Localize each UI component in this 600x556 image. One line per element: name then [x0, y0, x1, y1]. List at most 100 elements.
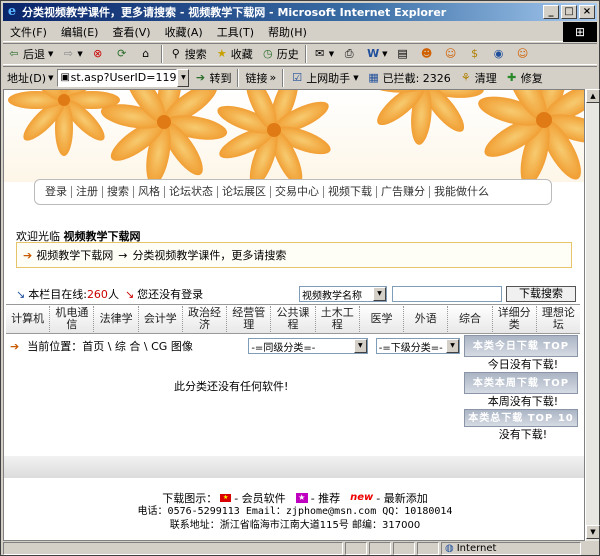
- helper-icon: ☑: [292, 70, 303, 84]
- plugin-button[interactable]: ◉: [488, 44, 512, 64]
- search-input[interactable]: [392, 286, 502, 302]
- category-political-economy[interactable]: 政治经济: [183, 306, 228, 332]
- popup-block-icon: ▦: [368, 70, 379, 84]
- breadcrumb: ➔ 视频教学下载网 → 分类视频教学课件，更多请搜索: [16, 242, 572, 268]
- go-button[interactable]: ➔ 转到: [189, 68, 235, 88]
- close-button[interactable]: ×: [579, 5, 595, 19]
- nav-forum-status[interactable]: 论坛状态: [165, 186, 218, 198]
- address-dropdown[interactable]: ▼: [177, 68, 190, 87]
- edit-button[interactable]: W ▼: [362, 44, 391, 64]
- repair-button[interactable]: ✚ 修复: [501, 68, 547, 88]
- favorites-button[interactable]: ★ 收藏: [211, 44, 257, 64]
- chevron-down-icon: ▼: [373, 287, 386, 301]
- sub-level-select[interactable]: -=下级分类=- ▼: [375, 338, 460, 354]
- history-button[interactable]: ◷ 历史: [257, 44, 303, 64]
- online-suffix: 人: [107, 288, 119, 301]
- qq-button[interactable]: ☺: [440, 44, 464, 64]
- nav-register[interactable]: 注册: [72, 186, 103, 198]
- back-button[interactable]: ⇦ 后退 ▼: [3, 44, 57, 64]
- crumb-home-link[interactable]: 视频教学下载网: [36, 247, 113, 263]
- category-law[interactable]: 法律学: [94, 306, 139, 332]
- smile-button[interactable]: ☺: [512, 44, 536, 64]
- nav-forum-gallery[interactable]: 论坛展区: [218, 186, 271, 198]
- nav-login[interactable]: 登录: [41, 186, 72, 198]
- mail-button[interactable]: ✉ ▼: [309, 44, 338, 64]
- category-electromech[interactable]: 机电通信: [50, 306, 95, 332]
- refresh-button[interactable]: ⟳: [111, 44, 135, 64]
- login-arrow-icon: ↘: [124, 287, 135, 301]
- category-management[interactable]: 经营管理: [227, 306, 272, 332]
- online-count: 260: [86, 287, 108, 301]
- links-button[interactable]: 链接»: [241, 68, 280, 88]
- location-arrow-icon: ➔: [10, 339, 20, 353]
- scroll-track[interactable]: [586, 103, 599, 525]
- back-arrow-icon: ⇦: [9, 47, 19, 60]
- refresh-icon: ⟳: [117, 47, 127, 60]
- search-button[interactable]: ⚲ 搜索: [165, 44, 211, 64]
- menu-edit[interactable]: 编辑(E): [54, 24, 106, 40]
- nav-video-download[interactable]: 视频下载: [324, 186, 377, 198]
- toolbar-separator: [282, 68, 285, 87]
- stop-icon: ⊗: [93, 47, 103, 60]
- ie-logo-icon: e: [7, 4, 17, 19]
- nav-ad-points[interactable]: 广告赚分: [377, 186, 430, 198]
- nav-what-can-i-do[interactable]: 我能做什么: [430, 186, 493, 198]
- clean-button[interactable]: ⚘ 清理: [455, 68, 501, 88]
- legend-row: 下载图示： ★ - 会员软件 ★ - 推荐 new - 最新添加: [4, 490, 584, 505]
- flower-banner: [4, 90, 584, 182]
- menu-view[interactable]: 查看(V): [105, 24, 157, 40]
- address-input[interactable]: ▣ st.asp?UserID=119: [57, 68, 178, 87]
- category-public-course[interactable]: 公共课程: [271, 306, 316, 332]
- vertical-scrollbar[interactable]: ▲ ▼: [585, 89, 600, 541]
- toolbar-separator: [237, 68, 240, 87]
- empty-message: 此分类还没有任何软件!: [174, 380, 289, 393]
- category-general[interactable]: 综合: [448, 306, 493, 332]
- same-level-select[interactable]: -=同级分类=- ▼: [248, 338, 368, 354]
- category-ideal-forum[interactable]: 理想论坛: [537, 306, 580, 332]
- forward-button[interactable]: ⇨ ▼: [57, 44, 86, 64]
- menu-favorites[interactable]: 收藏(A): [158, 24, 210, 40]
- category-foreign-language[interactable]: 外语: [404, 306, 449, 332]
- category-civil-engineering[interactable]: 土木工程: [316, 306, 360, 332]
- today-none: 今日没有下载!: [487, 358, 559, 371]
- download-search-button[interactable]: 下载搜索: [506, 286, 576, 302]
- maximize-button[interactable]: □: [561, 5, 577, 19]
- login-status: 您还没有登录: [137, 288, 204, 301]
- category-detailed[interactable]: 详细分类: [493, 306, 537, 332]
- home-icon: ⌂: [142, 47, 150, 60]
- sub-level-value: -=下级分类=-: [378, 342, 443, 354]
- nav-search[interactable]: 搜索: [103, 186, 134, 198]
- print-icon: ⎙: [344, 47, 354, 60]
- search-type-select[interactable]: 视频教学名称 ▼: [299, 286, 387, 302]
- scroll-up-arrow[interactable]: ▲: [586, 89, 600, 103]
- category-accounting[interactable]: 会计学: [139, 306, 183, 332]
- location-row: ➔ 当前位置：首页 \ 综 合 \ CG 图像 -=同级分类=- ▼ -=下级分类…: [10, 337, 460, 355]
- scroll-down-arrow[interactable]: ▼: [586, 525, 600, 539]
- print-button[interactable]: ⎙: [338, 44, 362, 64]
- discuss-button[interactable]: ▤: [392, 44, 416, 64]
- dropdown-icon: ▼: [328, 50, 335, 58]
- category-medicine[interactable]: 医学: [360, 306, 405, 332]
- all-none: 没有下载!: [498, 428, 548, 441]
- star-icon: ★: [295, 492, 308, 503]
- menu-tools[interactable]: 工具(T): [210, 24, 261, 40]
- nav-style[interactable]: 风格: [134, 186, 165, 198]
- home-button[interactable]: ⌂: [135, 44, 159, 64]
- messenger-button[interactable]: ☻: [416, 44, 440, 64]
- back-label: 后退: [23, 48, 45, 61]
- toolbar-separator: [304, 45, 307, 63]
- menu-help[interactable]: 帮助(H): [261, 24, 314, 40]
- category-computer[interactable]: 计算机: [6, 306, 51, 332]
- menu-file[interactable]: 文件(F): [3, 24, 54, 40]
- helper-button[interactable]: ☑ 上网助手 ▼: [286, 68, 362, 88]
- stop-button[interactable]: ⊗: [87, 44, 111, 64]
- dropdown-icon: ▼: [77, 50, 83, 58]
- mail-icon: ✉: [315, 47, 325, 60]
- dropdown-icon: ▼: [48, 73, 54, 82]
- minimize-button[interactable]: _: [543, 5, 559, 19]
- blocked-counter[interactable]: ▦ 已拦截: 2326: [363, 68, 455, 88]
- location-path: 当前位置：首页 \ 综 合 \ CG 图像: [27, 340, 193, 353]
- crumb-separator: →: [118, 248, 128, 262]
- nav-trade-center[interactable]: 交易中心: [271, 186, 324, 198]
- money-button[interactable]: $: [464, 44, 488, 64]
